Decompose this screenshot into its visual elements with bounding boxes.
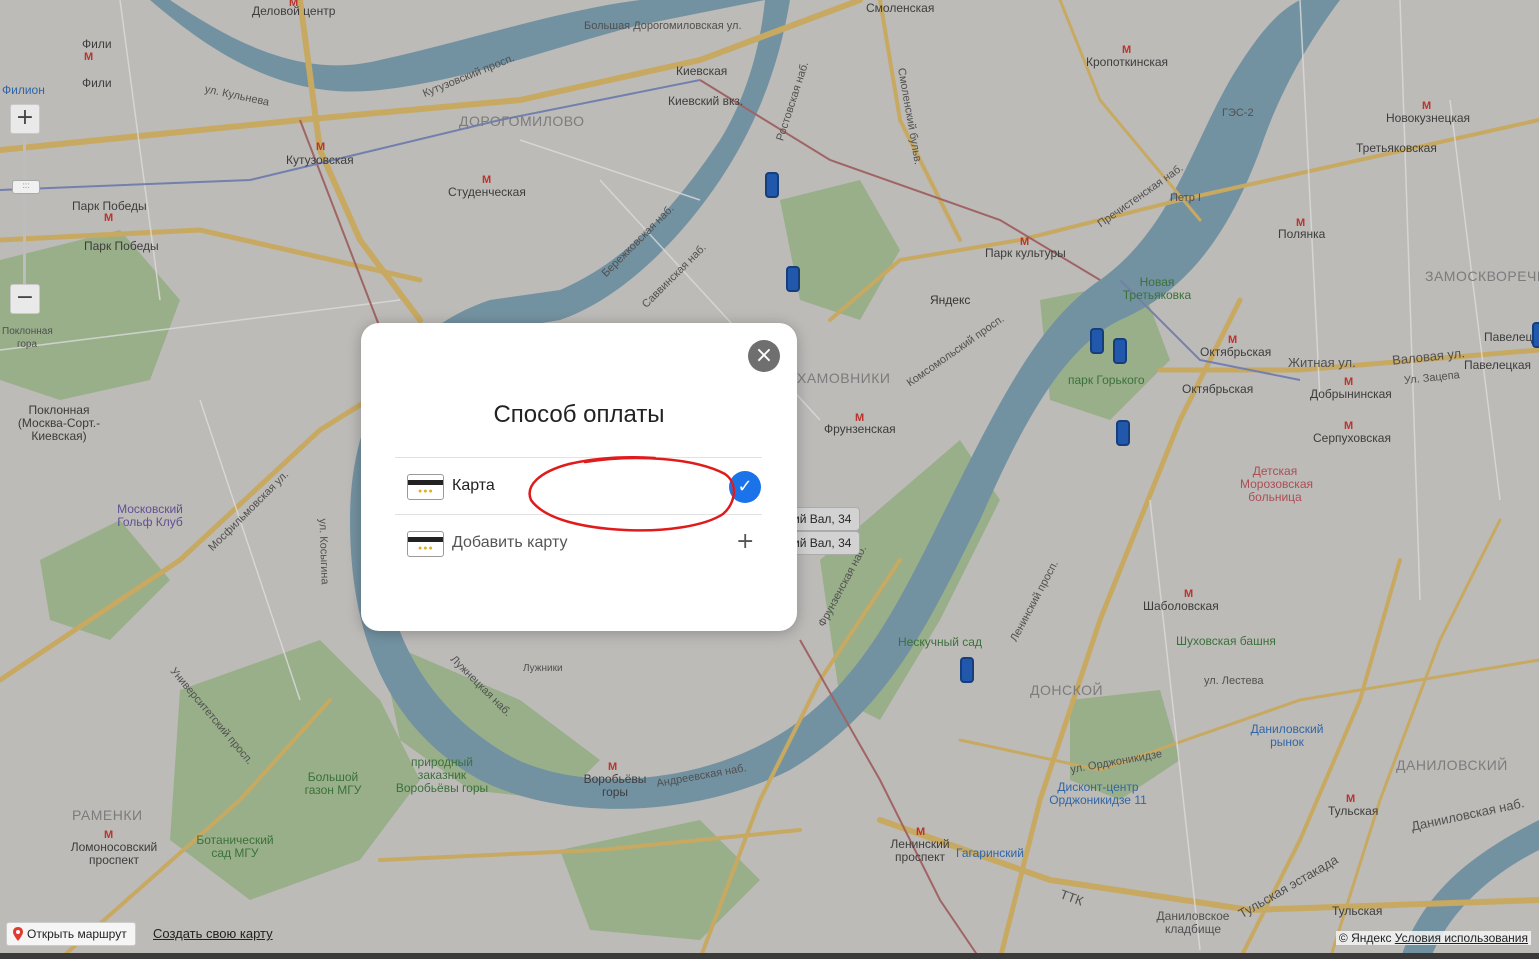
terms-link[interactable]: Условия использования	[1395, 931, 1528, 945]
zoom-control: + ::: −	[10, 104, 40, 324]
plus-icon[interactable]: +	[736, 529, 754, 555]
zoom-in-button[interactable]: +	[10, 104, 40, 134]
zoom-slider-handle[interactable]: :::	[12, 180, 40, 194]
bottom-strip	[0, 953, 1539, 959]
open-route-button[interactable]: Открыть маршрут	[6, 922, 136, 946]
payment-option-label: Карта	[452, 477, 495, 494]
card-icon: ●●●	[407, 474, 444, 500]
create-map-link[interactable]: Создать свою карту	[153, 926, 273, 941]
location-pin-icon	[13, 927, 23, 941]
card-icon: ●●●	[407, 531, 444, 557]
add-card-label: Добавить карту	[452, 534, 568, 551]
dialog-title: Способ оплаты	[493, 401, 665, 428]
close-icon[interactable]: ×	[748, 340, 780, 372]
zoom-slider-track[interactable]	[23, 138, 26, 288]
zoom-out-button[interactable]: −	[10, 284, 40, 314]
annotation-ellipse	[528, 456, 735, 532]
copyright: © Яндекс Условия использования	[1335, 931, 1531, 945]
open-route-label: Открыть маршрут	[27, 927, 127, 941]
copyright-text: © Яндекс	[1338, 931, 1392, 945]
